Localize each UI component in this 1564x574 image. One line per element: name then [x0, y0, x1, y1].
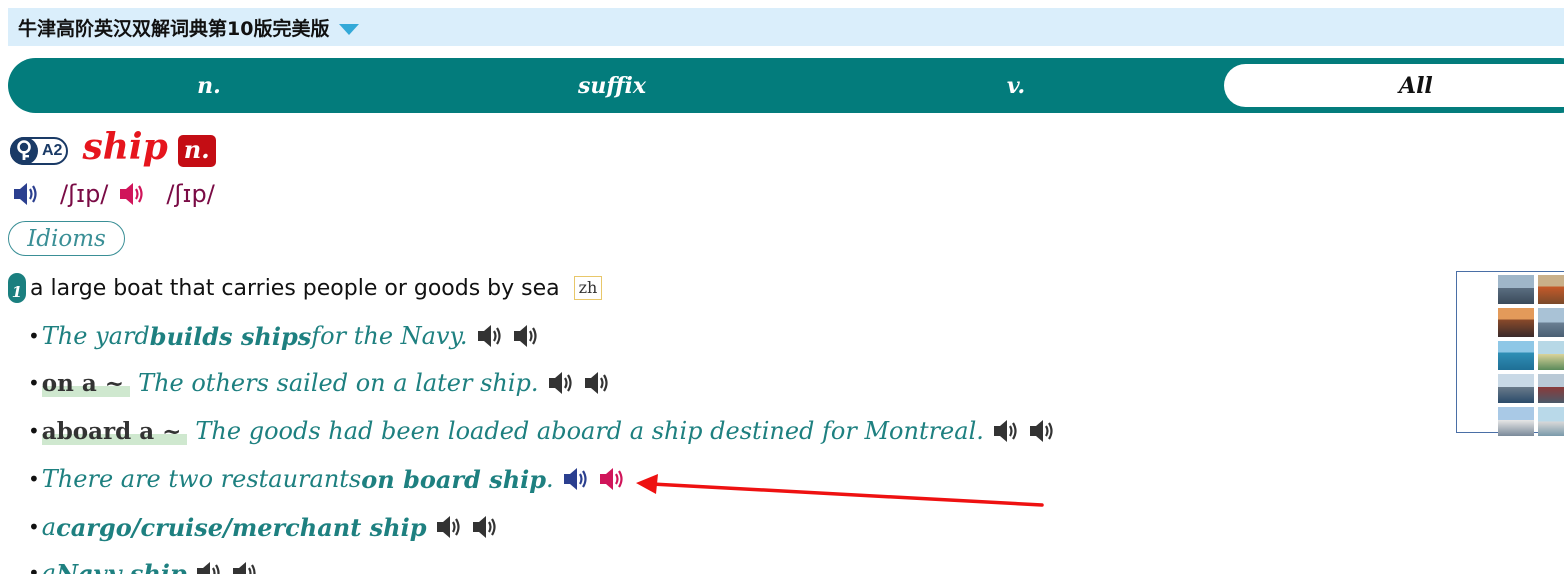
speaker-icon-br[interactable] [562, 466, 592, 492]
example-audio [547, 370, 619, 396]
zh-translation-toggle[interactable]: zh [573, 276, 603, 300]
sense-1: 1 a large boat that carries people or go… [8, 271, 603, 305]
example-3: • aboard a ~ The goods had been loaded a… [28, 413, 1064, 449]
dictionary-page: 牛津高阶英汉双解词典第10版完美版 n. suffix v. All A2 sh… [0, 0, 1564, 574]
example-collocation: cargo/cruise/merchant ship [56, 512, 427, 542]
pos-badge: n. [177, 135, 216, 167]
speaker-icon[interactable] [476, 323, 506, 349]
example-collocation: on board ship [361, 464, 547, 494]
speaker-icon[interactable] [547, 370, 577, 396]
headword-line: A2 ship n. [10, 126, 216, 172]
idioms-button[interactable]: Idioms [8, 221, 125, 256]
speaker-icon[interactable] [583, 370, 613, 396]
speaker-icon[interactable] [1028, 418, 1058, 444]
tab-all[interactable]: All [1224, 64, 1564, 107]
speaker-icon[interactable] [195, 560, 225, 574]
cefr-level: A2 [42, 142, 63, 159]
speaker-icon[interactable] [992, 418, 1022, 444]
ship-thumbnail[interactable] [1498, 341, 1534, 370]
example-audio [435, 514, 507, 540]
speaker-icon[interactable] [231, 560, 261, 574]
bullet: • [28, 419, 40, 443]
example-text: The yard [41, 322, 150, 350]
tab-suffix[interactable]: suffix [410, 58, 814, 113]
speaker-icon[interactable] [435, 514, 465, 540]
annotation-arrow [636, 474, 1044, 507]
collocation-pattern: on a ~ [41, 369, 131, 397]
speaker-icon-us[interactable] [118, 180, 148, 208]
tab-verb[interactable]: v. [814, 58, 1218, 113]
example-1: • The yard builds ships for the Navy. [28, 318, 548, 354]
example-6: • a Navy ship [28, 555, 267, 574]
bullet: • [28, 371, 40, 395]
dictionary-title[interactable]: 牛津高阶英汉双解词典第10版完美版 [18, 14, 329, 41]
bullet: • [28, 324, 40, 348]
ship-thumbnail[interactable] [1498, 308, 1534, 337]
ship-thumbnail[interactable] [1538, 275, 1564, 304]
dictionary-selector[interactable]: 牛津高阶英汉双解词典第10版完美版 [8, 8, 1564, 46]
speaker-icon[interactable] [471, 514, 501, 540]
example-4: • There are two restaurants on board shi… [28, 461, 634, 497]
example-text: The goods had been loaded aboard a ship … [195, 417, 984, 445]
example-text: . [546, 465, 554, 493]
speaker-icon[interactable] [512, 323, 542, 349]
tab-noun[interactable]: n. [8, 58, 410, 113]
example-text: The others sailed on a later ship. [138, 369, 539, 397]
example-collocation: builds ships [149, 321, 312, 351]
example-audio [476, 323, 548, 349]
headword: ship [82, 126, 168, 168]
speaker-icon-br[interactable] [12, 180, 42, 208]
example-text: There are two restaurants [41, 465, 362, 493]
example-2: • on a ~ The others sailed on a later sh… [28, 365, 619, 401]
speaker-icon-us[interactable] [598, 466, 628, 492]
pronunciation-br: /ʃɪp/ [60, 180, 109, 208]
key-icon [10, 137, 38, 165]
ship-thumbnail[interactable] [1538, 374, 1564, 403]
example-audio [992, 418, 1064, 444]
ship-thumbnail[interactable] [1498, 407, 1534, 436]
ship-thumbnail[interactable] [1538, 308, 1564, 337]
example-text: a [41, 559, 57, 574]
example-collocation: Navy ship [56, 558, 187, 574]
example-audio [562, 466, 634, 492]
example-text: a [41, 513, 57, 541]
example-5: • a cargo/cruise/merchant ship [28, 509, 507, 545]
collocation-pattern: aboard a ~ [41, 417, 188, 445]
pronunciation-us: /ʃɪp/ [166, 180, 215, 208]
pos-tab-bar: n. suffix v. All [8, 58, 1564, 113]
example-audio [195, 560, 267, 574]
ship-thumbnail[interactable] [1498, 275, 1534, 304]
pronunciation-line: /ʃɪp/ /ʃɪp/ [12, 176, 225, 212]
ship-thumbnail[interactable] [1538, 407, 1564, 436]
bullet: • [28, 561, 40, 574]
bullet: • [28, 515, 40, 539]
ship-image-gallery[interactable] [1456, 271, 1564, 436]
oxford-level-badge: A2 [10, 137, 69, 165]
sense-definition: a large boat that carries people or good… [30, 275, 560, 301]
bullet: • [28, 467, 40, 491]
ship-thumbnail[interactable] [1498, 374, 1534, 403]
example-text: for the Navy. [311, 322, 468, 350]
sense-number: 1 [8, 273, 26, 303]
chevron-down-icon[interactable] [339, 23, 360, 35]
ship-thumbnail[interactable] [1538, 341, 1564, 370]
